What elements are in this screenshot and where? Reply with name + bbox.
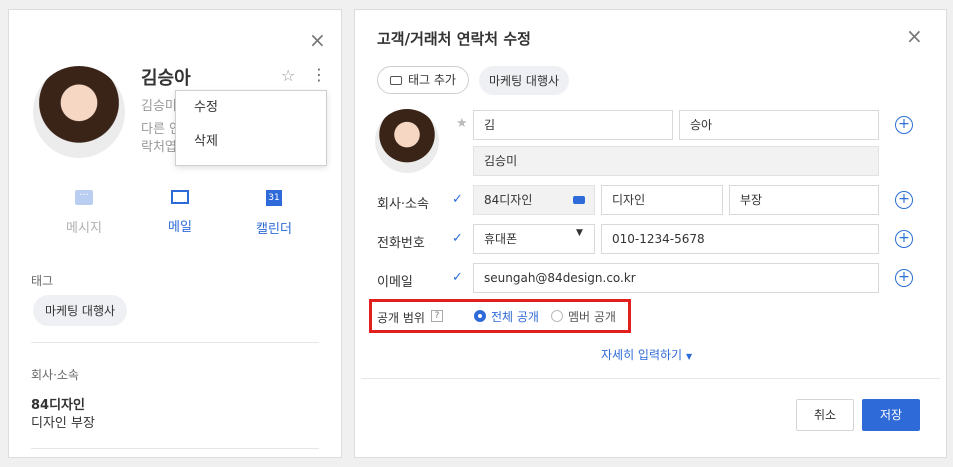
- divider: [31, 448, 319, 449]
- more-icon[interactable]: ⋮: [311, 65, 327, 84]
- visibility-all-label[interactable]: 전체 공개: [491, 308, 539, 325]
- menu-item-delete[interactable]: 삭제: [176, 125, 326, 159]
- calendar-icon: 31: [266, 190, 282, 206]
- avatar: [375, 109, 439, 173]
- calendar-label: 캘린더: [256, 222, 292, 237]
- chevron-down-icon: ▼: [576, 228, 583, 238]
- divider: [31, 342, 319, 343]
- dept-position: 디자인 부장: [31, 416, 95, 431]
- mail-action[interactable]: 메일: [145, 190, 215, 235]
- contact-edit-dialog: 고객/거래처 연락처 수정 × 태그 추가 마케팅 대행사 ★ 김 승아 + 김…: [354, 9, 947, 458]
- add-tag-label: 태그 추가: [408, 73, 456, 87]
- message-icon: ···: [75, 190, 93, 205]
- more-menu: 수정 삭제: [175, 90, 327, 166]
- radio-unselected-icon[interactable]: [551, 310, 563, 322]
- check-icon: ✓: [452, 231, 463, 246]
- tag-chip[interactable]: 마케팅 대행사: [33, 295, 128, 326]
- save-button[interactable]: 저장: [862, 399, 920, 431]
- check-icon: ✓: [452, 270, 463, 285]
- calendar-action[interactable]: 31 캘린더: [239, 190, 309, 237]
- display-name-field[interactable]: 김승미: [473, 146, 879, 176]
- star-icon[interactable]: ☆: [281, 66, 295, 85]
- message-action[interactable]: ··· 메시지: [49, 190, 119, 236]
- add-field-icon[interactable]: +: [895, 230, 913, 248]
- contact-profile-panel: × 김승아 ☆ ⋮ 김승미 다른 연 락처엽 수정 삭제 ··· 메시지 메일 …: [8, 9, 342, 458]
- tag-icon: [390, 76, 402, 85]
- add-field-icon[interactable]: +: [895, 269, 913, 287]
- email-label: 이메일: [377, 275, 413, 290]
- phone-field[interactable]: 010-1234-5678: [601, 224, 879, 254]
- mail-icon: [171, 190, 189, 204]
- menu-item-edit[interactable]: 수정: [176, 91, 326, 125]
- star-icon[interactable]: ★: [456, 116, 468, 131]
- add-field-icon[interactable]: +: [895, 116, 913, 134]
- check-icon: ✓: [452, 192, 463, 207]
- add-tag-button[interactable]: 태그 추가: [377, 66, 469, 94]
- subtitle-line: 락처엽: [141, 140, 177, 155]
- close-icon[interactable]: ×: [309, 30, 326, 50]
- company-label: 회사·소속: [377, 197, 429, 212]
- company-label: 회사·소속: [31, 368, 79, 382]
- tags-label: 태그: [31, 274, 54, 288]
- email-field[interactable]: seungah@84design.co.kr: [473, 263, 879, 293]
- close-icon[interactable]: ×: [906, 26, 923, 46]
- position-field[interactable]: 부장: [729, 185, 879, 215]
- tag-chip[interactable]: 마케팅 대행사: [479, 66, 570, 95]
- more-details-label: 자세히 입력하기: [601, 348, 683, 362]
- contact-name: 김승아: [141, 68, 191, 89]
- avatar: [33, 66, 125, 158]
- more-details-link[interactable]: 자세히 입력하기 ▼: [601, 346, 692, 363]
- visibility-label: 공개 범위: [377, 311, 425, 325]
- add-field-icon[interactable]: +: [895, 191, 913, 209]
- radio-selected-icon[interactable]: [474, 310, 486, 322]
- department-field[interactable]: 디자인: [601, 185, 723, 215]
- phone-label: 전화번호: [377, 236, 425, 251]
- last-name-field[interactable]: 김: [473, 110, 673, 140]
- tag-icon: [573, 196, 585, 204]
- company-name: 84디자인: [31, 398, 85, 413]
- caret-down-icon: ▼: [685, 352, 693, 361]
- help-icon[interactable]: ?: [431, 310, 443, 322]
- cancel-button[interactable]: 취소: [796, 399, 854, 431]
- subtitle-line: 김승미: [141, 99, 177, 114]
- message-label: 메시지: [66, 221, 102, 236]
- visibility-members-label[interactable]: 멤버 공개: [568, 308, 616, 325]
- first-name-field[interactable]: 승아: [679, 110, 879, 140]
- mail-label: 메일: [168, 220, 192, 235]
- divider: [361, 378, 940, 379]
- dialog-title: 고객/거래처 연락처 수정: [377, 30, 531, 48]
